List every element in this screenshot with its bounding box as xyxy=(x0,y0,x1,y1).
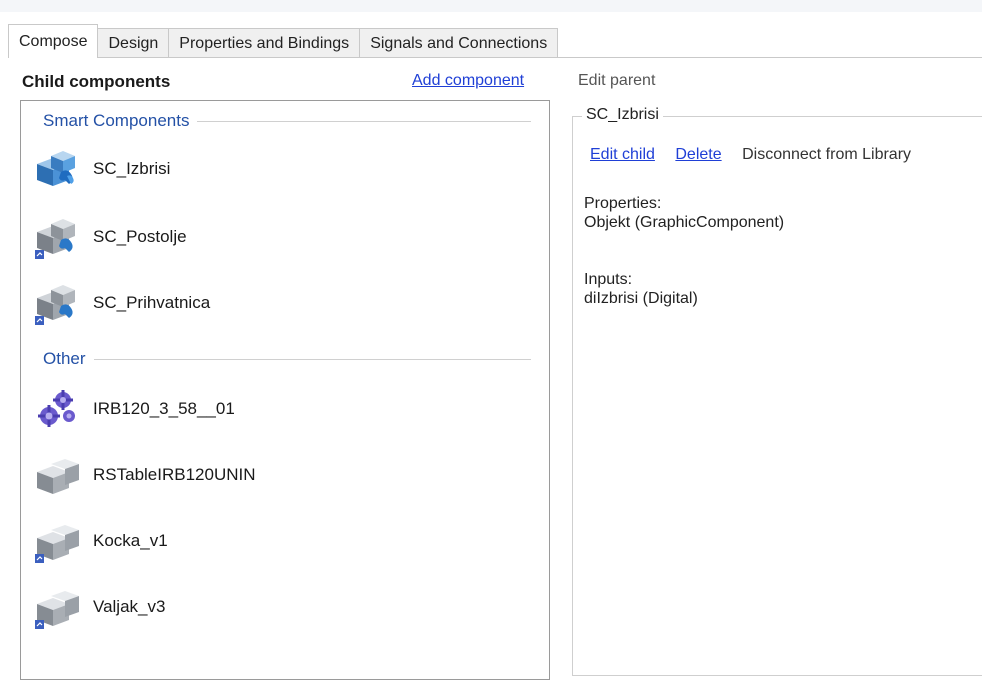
tab-design[interactable]: Design xyxy=(97,28,170,58)
list-item-label: SC_Prihvatnica xyxy=(93,293,211,312)
window-top-strip xyxy=(0,0,982,12)
disconnect-from-library-link[interactable]: Disconnect from Library xyxy=(742,146,911,163)
list-item-sc-izbrisi[interactable]: SC_Izbrisi xyxy=(33,145,170,193)
selected-component-title: SC_Izbrisi xyxy=(582,106,663,124)
list-item-label: RSTableIRB120UNIN xyxy=(93,465,256,484)
list-item-label: IRB120_3_58__01 xyxy=(93,399,235,418)
tab-properties-and-bindings[interactable]: Properties and Bindings xyxy=(168,28,361,58)
group-header-smart-components: Smart Components xyxy=(21,109,549,133)
delete-link[interactable]: Delete xyxy=(675,146,721,163)
properties-value: Objekt (GraphicComponent) xyxy=(584,214,785,231)
list-item-label: Valjak_v3 xyxy=(93,597,166,616)
tab-underline xyxy=(8,57,982,58)
robot-mechanism-icon xyxy=(38,390,75,427)
part-icon xyxy=(37,459,79,494)
smart-component-icon xyxy=(35,285,75,325)
tab-signals-and-connections[interactable]: Signals and Connections xyxy=(359,28,559,58)
list-item-kocka-v1[interactable]: Kocka_v1 xyxy=(33,517,168,565)
group-label: Other xyxy=(43,349,86,368)
list-item-label: Kocka_v1 xyxy=(93,531,168,550)
properties-label: Properties: xyxy=(584,195,662,212)
part-icon xyxy=(35,525,79,563)
list-item-valjak-v3[interactable]: Valjak_v3 xyxy=(33,583,165,631)
list-item-label: SC_Postolje xyxy=(93,227,187,246)
tab-strip: Compose Design Properties and Bindings S… xyxy=(8,24,559,58)
part-icon xyxy=(35,591,79,629)
child-components-list[interactable]: Smart Components SC_Izbrisi SC_Postolje … xyxy=(20,100,550,680)
add-component-link[interactable]: Add component xyxy=(412,72,524,90)
edit-child-link[interactable]: Edit child xyxy=(590,146,655,163)
list-item-irb120[interactable]: IRB120_3_58__01 xyxy=(33,385,235,433)
edit-parent-link[interactable]: Edit parent xyxy=(578,72,655,90)
group-label: Smart Components xyxy=(43,111,190,130)
divider xyxy=(93,358,531,360)
inputs-value: diIzbrisi (Digital) xyxy=(584,290,698,307)
group-header-other: Other xyxy=(21,347,549,371)
tab-compose[interactable]: Compose xyxy=(8,24,99,58)
divider xyxy=(197,120,531,122)
smart-component-icon xyxy=(37,151,75,186)
list-item-rstable[interactable]: RSTableIRB120UNIN xyxy=(33,451,256,499)
list-item-sc-postolje[interactable]: SC_Postolje xyxy=(33,213,187,261)
list-item-label: SC_Izbrisi xyxy=(93,159,171,178)
smart-component-icon xyxy=(35,219,75,259)
child-components-title: Child components xyxy=(22,72,171,91)
component-actions: Edit child Delete Disconnect from Librar… xyxy=(590,146,927,164)
inputs-label: Inputs: xyxy=(584,271,633,288)
list-item-sc-prihvatnica[interactable]: SC_Prihvatnica xyxy=(33,279,210,327)
